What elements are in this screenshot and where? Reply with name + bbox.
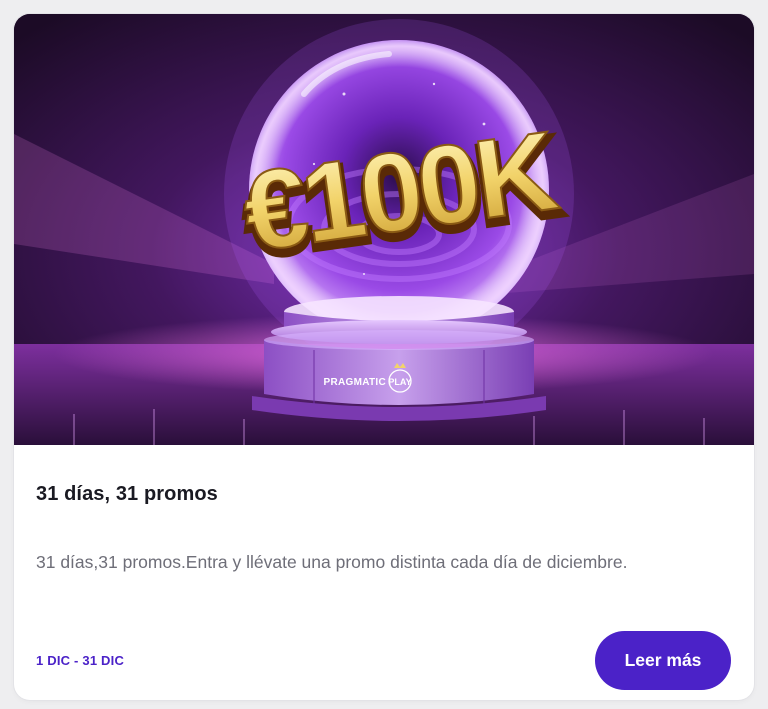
read-more-button[interactable]: Leer más	[595, 631, 731, 690]
promo-card[interactable]: €100K €100K PRAGMATIC PLAY 31 días, 31 p…	[14, 14, 754, 700]
promo-date-range: 1 DIC - 31 DIC	[36, 653, 125, 668]
promo-banner-image[interactable]: €100K €100K PRAGMATIC PLAY	[14, 14, 754, 445]
brand-word-play: PLAY	[388, 377, 411, 387]
brand-word-pragmatic: PRAGMATIC	[323, 377, 386, 388]
promo-content: 31 días, 31 promos 31 días,31 promos.Ent…	[14, 445, 754, 700]
crystal-ball-icon: €100K €100K PRAGMATIC PLAY	[14, 14, 754, 445]
promo-description: 31 días,31 promos.Entra y llévate una pr…	[36, 552, 628, 572]
promo-title: 31 días, 31 promos	[36, 483, 218, 505]
